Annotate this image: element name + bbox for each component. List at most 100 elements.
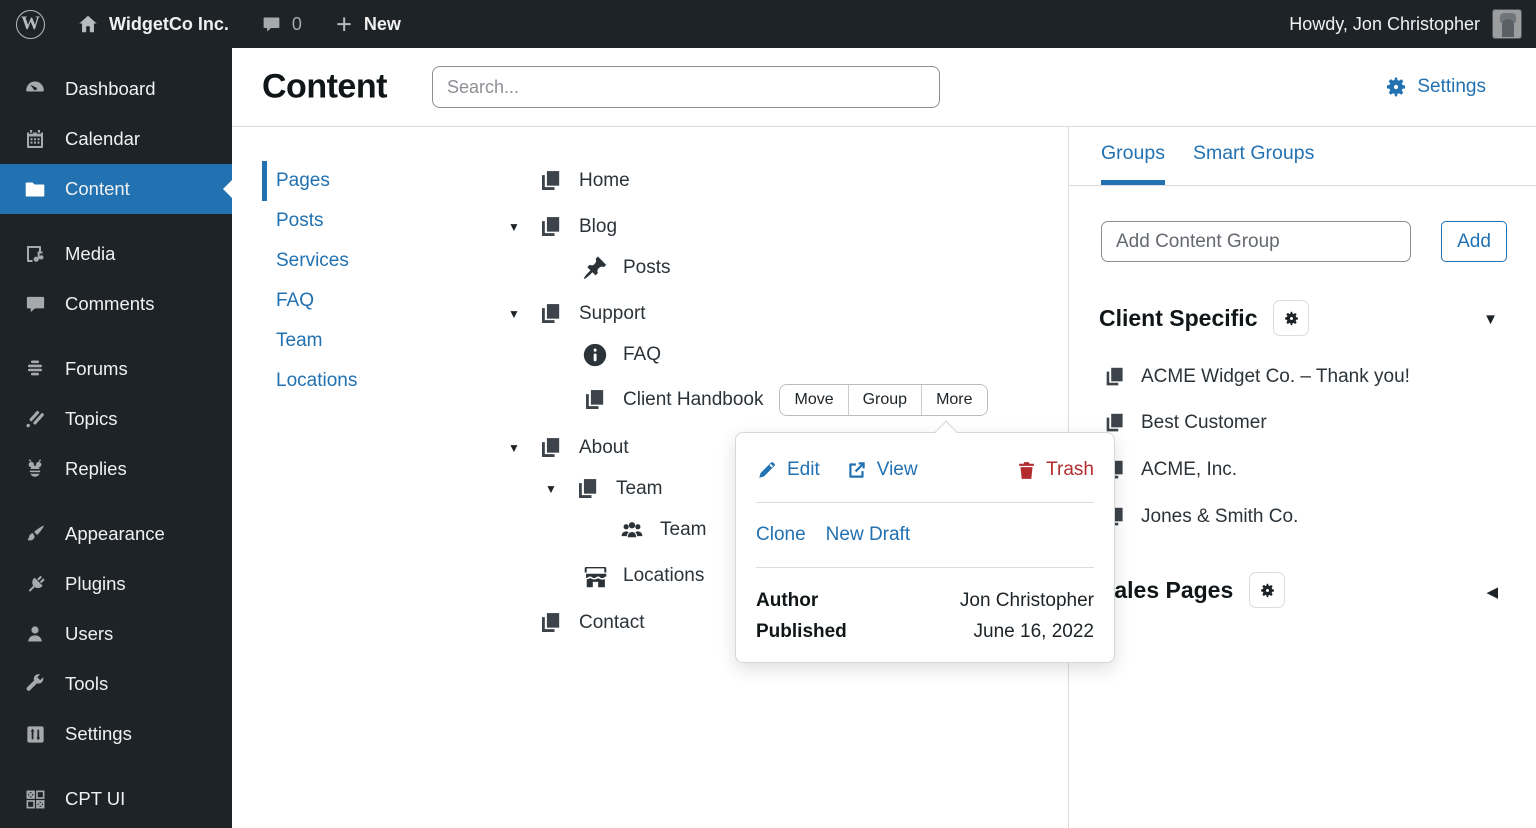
new-label: New bbox=[363, 13, 401, 34]
tree-item-contact[interactable]: Contact bbox=[579, 612, 644, 634]
tree-row: Locations bbox=[580, 560, 704, 592]
tree-item-support[interactable]: Support bbox=[579, 303, 646, 325]
sidebar-item-cpt-ui[interactable]: CPT UI bbox=[0, 774, 232, 824]
more-button[interactable]: More bbox=[921, 385, 987, 415]
sidebar-item-settings[interactable]: Settings bbox=[0, 709, 232, 759]
group-item-label[interactable]: ACME Widget Co. – Thank you! bbox=[1141, 366, 1410, 388]
site-link[interactable]: WidgetCo Inc. bbox=[61, 0, 245, 48]
post-type-label: FAQ bbox=[276, 290, 315, 311]
sidebar-label: Comments bbox=[65, 293, 155, 314]
group-section-header: Client Specific bbox=[1099, 298, 1310, 338]
admin-bar: W WidgetCo Inc. 0 New Howdy, Jon Christo… bbox=[0, 0, 1536, 48]
sidebar-label: Content bbox=[65, 178, 130, 199]
sidebar-item-replies[interactable]: Replies bbox=[0, 444, 232, 494]
settings-button[interactable]: Settings bbox=[1384, 75, 1486, 99]
tab-smart-groups[interactable]: Smart Groups bbox=[1193, 142, 1314, 185]
sidebar-label: Settings bbox=[65, 723, 132, 744]
account-menu[interactable]: Howdy, Jon Christopher bbox=[1289, 9, 1536, 39]
calendar-icon bbox=[22, 127, 48, 151]
sidebar-label: Tools bbox=[65, 673, 109, 694]
post-type-posts[interactable]: Posts bbox=[262, 201, 357, 241]
group-item-label[interactable]: ACME, Inc. bbox=[1141, 459, 1237, 481]
sidebar-item-calendar[interactable]: Calendar bbox=[0, 114, 232, 164]
divider bbox=[756, 567, 1094, 568]
tree-item-posts[interactable]: Posts bbox=[623, 257, 671, 279]
post-type-label: Posts bbox=[276, 210, 324, 231]
collapse-caret-icon[interactable]: ▼ bbox=[1483, 311, 1498, 328]
home-icon bbox=[77, 13, 99, 35]
post-type-team[interactable]: Team bbox=[262, 321, 357, 361]
tree-item-blog[interactable]: Blog bbox=[579, 216, 617, 238]
tree-item-team-archive[interactable]: Team bbox=[660, 519, 706, 541]
tree-item-about[interactable]: About bbox=[579, 437, 629, 459]
row-more-popover: Edit View Trash Clone New Draft Author J… bbox=[735, 420, 1115, 663]
new-draft-action[interactable]: New Draft bbox=[826, 524, 910, 546]
wordpress-menu[interactable]: W bbox=[0, 0, 61, 48]
post-type-locations[interactable]: Locations bbox=[262, 361, 357, 401]
search-input[interactable] bbox=[432, 66, 940, 108]
tree-item-team-page[interactable]: Team bbox=[616, 478, 662, 500]
topics-icon bbox=[22, 407, 48, 431]
post-type-services[interactable]: Services bbox=[262, 241, 357, 281]
post-type-faq[interactable]: FAQ bbox=[262, 281, 357, 321]
comments-bubble[interactable]: 0 bbox=[245, 0, 318, 48]
info-icon bbox=[580, 340, 610, 370]
sidebar-item-dashboard[interactable]: Dashboard bbox=[0, 64, 232, 114]
add-content-group-input[interactable] bbox=[1101, 221, 1411, 262]
sidebar-item-topics[interactable]: Topics bbox=[0, 394, 232, 444]
replies-bee-icon bbox=[22, 457, 48, 481]
clone-action[interactable]: Clone bbox=[756, 524, 806, 546]
pages-icon bbox=[536, 299, 566, 329]
howdy-text: Howdy, Jon Christopher bbox=[1289, 13, 1480, 34]
group-button[interactable]: Group bbox=[847, 385, 922, 415]
group-gear-button[interactable] bbox=[1249, 572, 1286, 608]
groups-tabs: Groups Smart Groups bbox=[1069, 127, 1536, 186]
pages-icon bbox=[580, 385, 610, 415]
published-label: Published bbox=[756, 620, 847, 642]
post-type-list: Pages Posts Services FAQ Team Locations bbox=[262, 161, 357, 401]
post-type-label: Team bbox=[276, 330, 323, 351]
group-item-label[interactable]: Best Customer bbox=[1141, 412, 1267, 434]
edit-action[interactable]: Edit bbox=[756, 459, 820, 481]
view-action[interactable]: View bbox=[846, 459, 918, 481]
row-actions-group: Move Group More bbox=[779, 384, 988, 416]
sidebar-item-media[interactable]: Media bbox=[0, 229, 232, 279]
sidebar-item-comments[interactable]: Comments bbox=[0, 279, 232, 329]
sidebar-item-forums[interactable]: Forums bbox=[0, 344, 232, 394]
sidebar-item-plugins[interactable]: Plugins bbox=[0, 559, 232, 609]
author-value: Jon Christopher bbox=[959, 589, 1094, 611]
pages-icon bbox=[536, 433, 566, 463]
tree-item-faq[interactable]: FAQ bbox=[623, 344, 661, 366]
post-type-label: Pages bbox=[276, 170, 330, 191]
collapse-caret-icon[interactable]: ▼ bbox=[545, 482, 573, 496]
tree-item-locations[interactable]: Locations bbox=[623, 565, 704, 587]
tree-item-client-handbook[interactable]: Client Handbook bbox=[623, 389, 763, 411]
sidebar-label: Plugins bbox=[65, 573, 126, 594]
dashboard-icon bbox=[22, 77, 48, 101]
edit-label: Edit bbox=[787, 459, 820, 480]
add-group-button[interactable]: Add bbox=[1441, 221, 1507, 262]
collapsed-caret-icon[interactable]: ◀ bbox=[1486, 583, 1498, 601]
collapse-caret-icon[interactable]: ▼ bbox=[508, 441, 536, 455]
post-type-pages[interactable]: Pages bbox=[262, 161, 357, 201]
collapse-caret-icon[interactable]: ▼ bbox=[508, 307, 536, 321]
sidebar-item-tools[interactable]: Tools bbox=[0, 659, 232, 709]
new-content-button[interactable]: New bbox=[318, 0, 417, 48]
sidebar-item-content[interactable]: Content bbox=[0, 164, 232, 214]
trash-action[interactable]: Trash bbox=[1016, 459, 1094, 481]
tree-item-home[interactable]: Home bbox=[579, 170, 630, 192]
group-gear-button[interactable] bbox=[1273, 300, 1310, 336]
pages-icon bbox=[536, 212, 566, 242]
gear-icon bbox=[1384, 75, 1408, 99]
sidebar-item-users[interactable]: Users bbox=[0, 609, 232, 659]
collapse-caret-icon[interactable]: ▼ bbox=[508, 220, 536, 234]
external-link-icon bbox=[846, 459, 868, 481]
tab-groups[interactable]: Groups bbox=[1101, 142, 1165, 185]
sidebar-item-appearance[interactable]: Appearance bbox=[0, 509, 232, 559]
sidebar-label: CPT UI bbox=[65, 788, 126, 809]
view-label: View bbox=[876, 459, 918, 480]
move-button[interactable]: Move bbox=[780, 385, 848, 415]
tree-row: ▼ Blog bbox=[508, 211, 617, 243]
group-item-label[interactable]: Jones & Smith Co. bbox=[1141, 506, 1298, 528]
group-section-title: Client Specific bbox=[1099, 304, 1258, 331]
